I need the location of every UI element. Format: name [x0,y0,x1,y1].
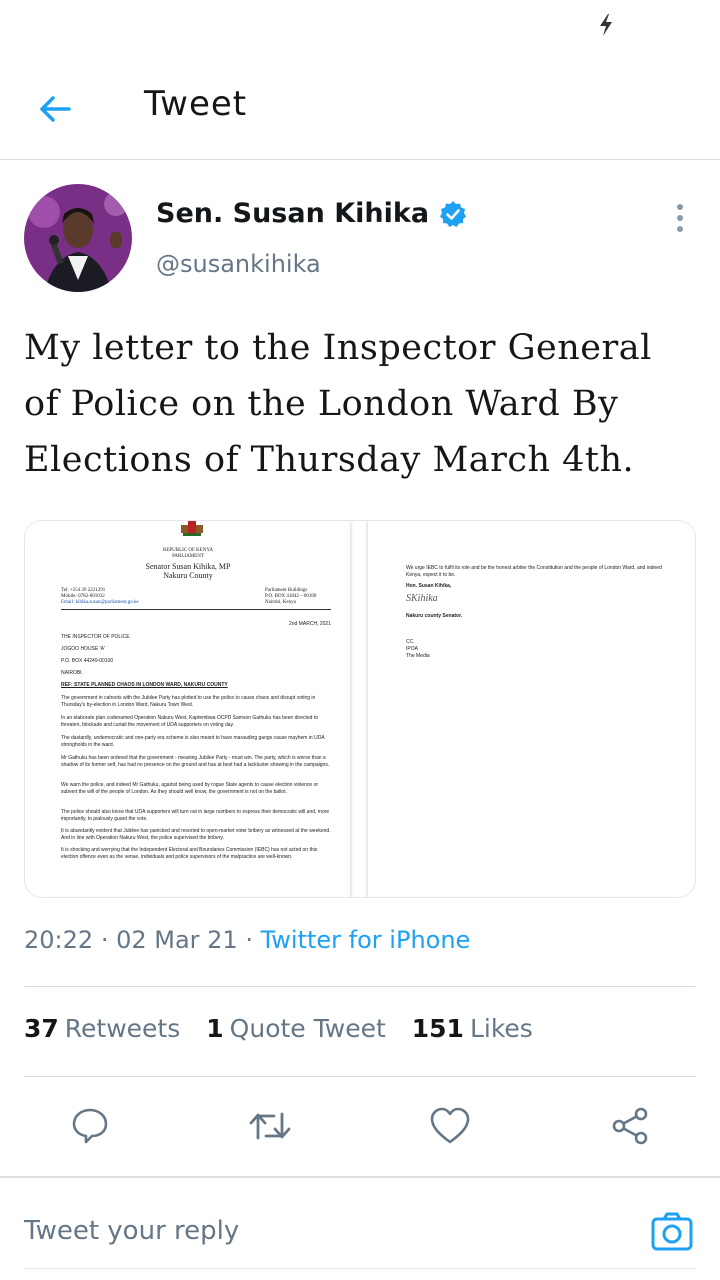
likes-count: 151 [411,1014,464,1043]
reply-input[interactable]: Tweet your reply [24,1216,239,1246]
letter-paragraph: The dastardly, undemocratic and one-part… [61,735,325,748]
letter-paragraph: In an elaborate plan codenamed Operation… [61,715,319,728]
signoff-title: Nakuru county Senator. [406,613,463,619]
more-dot-icon [677,215,683,221]
sender-email: Email: kihika.susan@parliament.go.ke [61,600,139,605]
arrow-left-icon [40,96,71,122]
tweet-author: Sen. Susan Kihika @susankihika [0,180,720,300]
more-options-button[interactable] [664,200,696,236]
camera-icon[interactable] [650,1210,694,1254]
heart-icon [430,1107,470,1144]
tweet-text: My letter to the Inspector General of Po… [24,328,652,480]
recipient-line-1: THE INSPECTOR OF POLICE [61,634,130,640]
retweet-button[interactable] [246,1102,294,1150]
share-icon [612,1107,648,1145]
avatar-image [24,184,132,292]
top-app-bar: Tweet [0,60,720,160]
share-button[interactable] [606,1102,654,1150]
likes-label: Likes [469,1014,533,1043]
divider [24,1076,696,1077]
letter-paragraph: It is abundantly evident that Jubilee ha… [61,828,331,841]
tweet-time: 20:22 [24,926,94,954]
tweet-timestamp: 20:22 · 02 Mar 21 · Twitter for iPhone [24,926,470,954]
reply-underline [24,1268,696,1269]
reply-icon [72,1108,108,1144]
avatar[interactable] [24,184,132,292]
quote-tweets-stat[interactable]: 1 Quote Tweet [206,1014,386,1043]
page-title: Tweet [144,84,248,124]
separator-dot: · [100,926,117,954]
separator-dot: · [245,926,261,954]
letter-paragraph: We warn the police, and indeed Mr Gathuk… [61,782,319,795]
recipient-line-4: NAIROBI. [61,670,83,676]
letter-paragraph: It is shocking and worrying that the Ind… [61,847,318,860]
tweet-actions [0,1100,720,1152]
signature: SKihika [406,593,438,604]
tweet-media: REPUBLIC OF KENYA PARLIAMENT Senator Sus… [24,520,696,898]
letter-paragraph: The police should also know that UDA sup… [61,809,330,822]
letterhead-rule [61,609,331,610]
recipient-line-2: JOGOO HOUSE 'A' [61,646,105,652]
cc-recipient: IPOA [406,646,418,652]
author-handle[interactable]: @susankihika [156,250,321,278]
sender-addr-3: Nairobi, Kenya [265,600,296,605]
cc-recipient: The Media [406,653,430,659]
divider [24,986,696,987]
reply-button[interactable] [66,1102,114,1150]
tweet-date: 02 Mar 21 [116,926,238,954]
org-line-2: PARLIAMENT [172,554,204,559]
coat-of-arms-icon [181,521,203,536]
signoff-name: Hon. Susan Kihika, [406,583,452,589]
retweets-count: 37 [24,1014,59,1043]
letter-reference: REF: STATE PLANNED CHAOS IN LONDON WARD,… [61,682,228,688]
letter-page-2[interactable]: We urge IEBC to fulfil its role and be t… [368,521,695,897]
flash-icon [600,14,612,36]
sender-county: Nakuru County [163,571,213,580]
likes-stat[interactable]: 151 Likes [412,1014,533,1043]
letter-date: 2nd MARCH, 2021 [289,621,331,627]
retweets-stat[interactable]: 37 Retweets [24,1014,180,1043]
display-name[interactable]: Sen. Susan Kihika [156,198,467,229]
cc-label: CC. [406,639,415,645]
quotes-count: 1 [206,1014,224,1043]
letter-paragraph: Mr Gathuku has been ordered that the gov… [61,755,330,768]
letter-paragraph: We urge IEBC to fulfil its role and be t… [406,565,662,578]
like-button[interactable] [426,1102,474,1150]
quotes-label: Quote Tweet [229,1014,386,1043]
letter-page-1[interactable]: REPUBLIC OF KENYA PARLIAMENT Senator Sus… [25,521,350,897]
more-dot-icon [677,204,683,210]
reply-composer: Tweet your reply [0,1176,720,1280]
retweet-icon [249,1112,291,1140]
back-button[interactable] [32,86,78,132]
tweet-source-link[interactable]: Twitter for iPhone [261,926,471,954]
tweet-stats: 37 Retweets 1 Quote Tweet 151 Likes [24,1014,533,1043]
recipient-line-3: P.O. BOX 44249-00100 [61,658,114,664]
retweets-label: Retweets [64,1014,181,1043]
more-dot-icon [677,226,683,232]
sender-name: Senator Susan Kihika, MP [145,562,231,571]
letter-paragraph: The government in cahoots with the Jubil… [61,695,316,708]
display-name-text: Sen. Susan Kihika [156,198,430,229]
verified-badge-icon [440,200,467,227]
status-bar [0,0,720,50]
